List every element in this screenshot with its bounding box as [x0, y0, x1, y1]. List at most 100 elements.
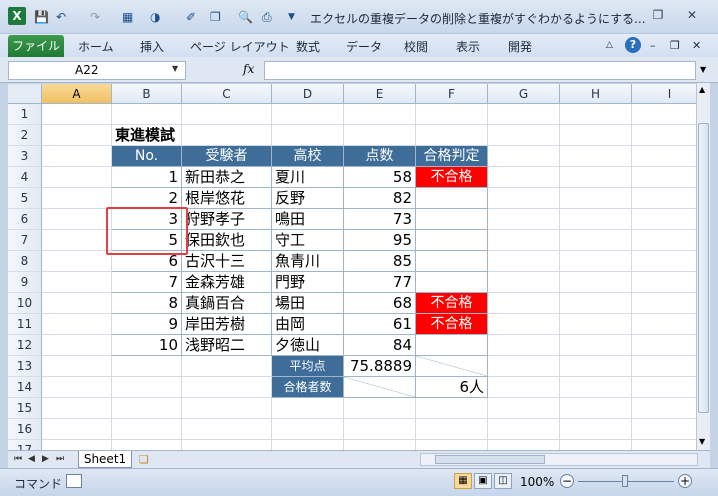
close-button[interactable]: ✕	[680, 8, 704, 24]
tab-developer[interactable]: 開発	[508, 38, 532, 55]
scroll-up-icon[interactable]: ▲	[699, 85, 705, 94]
page-break-view-button[interactable]: ◫	[494, 473, 512, 489]
record-school[interactable]: 反野	[272, 188, 344, 209]
worksheet-grid[interactable]: ABCDEFGHI 1 2 3 4 5 6 7 8 9 10 11 12 13 14 15 16 17 東進模試…	[8, 84, 708, 450]
scroll-down-icon[interactable]: ▼	[699, 437, 705, 446]
record-score[interactable]: 84	[344, 335, 416, 356]
record-result[interactable]	[416, 209, 488, 230]
empty-diagonal-cell[interactable]	[416, 356, 488, 377]
print-preview-icon[interactable]: 🔍	[238, 8, 253, 26]
record-score[interactable]: 58	[344, 167, 416, 188]
record-name[interactable]: 保田欽也	[182, 230, 272, 251]
record-result[interactable]	[416, 188, 488, 209]
record-name[interactable]: 狩野孝子	[182, 209, 272, 230]
book-close-icon[interactable]: ✕	[692, 39, 701, 52]
sheet-title[interactable]: 東進模試	[112, 125, 272, 146]
tab-file[interactable]: ファイル	[8, 35, 64, 57]
record-name[interactable]: 新田恭之	[182, 167, 272, 188]
pass-count-label[interactable]: 合格者数	[272, 377, 344, 398]
record-result[interactable]: 不合格	[416, 293, 488, 314]
undo-icon[interactable]: ↶	[56, 8, 66, 26]
format-painter-icon[interactable]: ✐	[186, 8, 196, 26]
record-name[interactable]: 金森芳雄	[182, 272, 272, 293]
fill-color-icon[interactable]: ◑	[150, 8, 160, 26]
minimize-button[interactable]: –	[614, 8, 638, 24]
average-label[interactable]: 平均点	[272, 356, 344, 377]
insert-sheet-icon[interactable]: ❏	[139, 453, 149, 466]
record-score[interactable]: 82	[344, 188, 416, 209]
column-header[interactable]: B	[112, 84, 182, 104]
table-header-score[interactable]: 点数	[344, 146, 416, 167]
row-header[interactable]: 12	[8, 335, 42, 356]
tab-review[interactable]: 校閲	[404, 38, 428, 55]
book-restore-icon[interactable]: ❐	[670, 39, 680, 52]
save-icon[interactable]: 💾	[34, 8, 49, 26]
tab-data[interactable]: データ	[346, 38, 382, 55]
record-score[interactable]: 77	[344, 272, 416, 293]
record-no[interactable]: 7	[112, 272, 182, 293]
column-header[interactable]: A	[42, 84, 112, 104]
row-header[interactable]: 16	[8, 419, 42, 440]
column-header[interactable]: D	[272, 84, 344, 104]
record-school[interactable]: 場田	[272, 293, 344, 314]
page-layout-view-button[interactable]: ▣	[474, 473, 492, 489]
record-name[interactable]: 真鍋百合	[182, 293, 272, 314]
record-result[interactable]: 不合格	[416, 314, 488, 335]
customize-toolbar-icon[interactable]: ▼	[288, 8, 295, 26]
record-name[interactable]: 古沢十三	[182, 251, 272, 272]
table-header-no[interactable]: No.	[112, 146, 182, 167]
row-header[interactable]: 7	[8, 230, 42, 251]
last-sheet-icon[interactable]: ⏭	[56, 454, 64, 464]
record-score[interactable]: 61	[344, 314, 416, 335]
vertical-scroll-thumb[interactable]	[698, 123, 709, 413]
column-header[interactable]: C	[182, 84, 272, 104]
row-header[interactable]: 13	[8, 356, 42, 377]
redo-icon[interactable]: ↷	[90, 8, 100, 26]
row-header[interactable]: 4	[8, 167, 42, 188]
column-header[interactable]: F	[416, 84, 488, 104]
empty-diagonal-cell[interactable]	[344, 377, 416, 398]
row-header[interactable]: 15	[8, 398, 42, 419]
prev-sheet-icon[interactable]: ◀	[28, 454, 35, 464]
record-no[interactable]: 10	[112, 335, 182, 356]
record-no[interactable]: 1	[112, 167, 182, 188]
record-no[interactable]: 2	[112, 188, 182, 209]
ribbon-collapse-icon[interactable]: △	[606, 40, 613, 50]
row-header[interactable]: 3	[8, 146, 42, 167]
tab-formulas[interactable]: 数式	[296, 38, 320, 55]
row-header[interactable]: 2	[8, 125, 42, 146]
record-result[interactable]	[416, 272, 488, 293]
table-header-result[interactable]: 合格判定	[416, 146, 488, 167]
select-all-corner[interactable]	[8, 84, 42, 104]
record-school[interactable]: 夏川	[272, 167, 344, 188]
row-header[interactable]: 6	[8, 209, 42, 230]
print-icon[interactable]: ⎙	[262, 8, 272, 26]
sheet-tab-sheet1[interactable]: Sheet1	[78, 451, 132, 468]
row-header[interactable]: 8	[8, 251, 42, 272]
name-box[interactable]: A22	[8, 61, 186, 80]
row-header[interactable]: 5	[8, 188, 42, 209]
table-header-name[interactable]: 受験者	[182, 146, 272, 167]
zoom-out-button[interactable]: −	[560, 474, 574, 488]
normal-view-button[interactable]: ▦	[454, 473, 472, 489]
record-school[interactable]: 魚青川	[272, 251, 344, 272]
excel-logo-icon[interactable]: X	[8, 7, 26, 25]
record-name[interactable]: 浅野昭二	[182, 335, 272, 356]
copy-icon[interactable]: ❐	[210, 8, 221, 26]
tab-insert[interactable]: 挿入	[140, 38, 164, 55]
tab-home[interactable]: ホーム	[78, 38, 114, 55]
horizontal-scroll-thumb[interactable]	[435, 455, 545, 464]
record-score[interactable]: 95	[344, 230, 416, 251]
row-header[interactable]: 14	[8, 377, 42, 398]
book-minimize-icon[interactable]: –	[650, 39, 656, 52]
record-school[interactable]: 由岡	[272, 314, 344, 335]
pass-count-value[interactable]: 6人	[416, 377, 488, 398]
horizontal-scrollbar[interactable]	[420, 453, 698, 466]
first-sheet-icon[interactable]: ⏮	[14, 454, 22, 464]
column-header[interactable]: H	[560, 84, 632, 104]
record-result[interactable]	[416, 335, 488, 356]
vertical-scrollbar[interactable]: ▲ ▼	[696, 83, 710, 451]
record-score[interactable]: 68	[344, 293, 416, 314]
record-result[interactable]: 不合格	[416, 167, 488, 188]
tab-page-layout[interactable]: ページ レイアウト	[190, 38, 290, 55]
